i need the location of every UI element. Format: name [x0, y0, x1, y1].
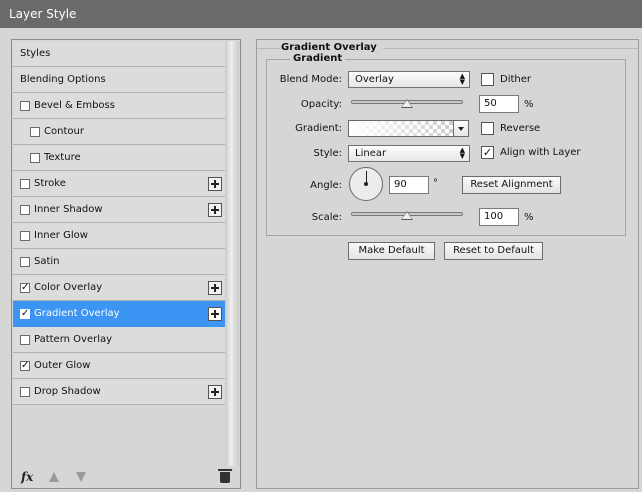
style-checkbox[interactable] [30, 127, 40, 137]
reset-alignment-button[interactable]: Reset Alignment [462, 176, 561, 194]
style-checkbox[interactable]: ✓ [20, 361, 30, 371]
style-item-stroke[interactable]: Stroke [13, 171, 225, 197]
style-label: Style: [313, 148, 343, 159]
style-item-label: Styles [20, 48, 51, 59]
style-item-bevel-emboss[interactable]: Bevel & Emboss [13, 93, 225, 119]
style-item-pattern-overlay[interactable]: Pattern Overlay [13, 327, 225, 353]
angle-dial[interactable] [349, 167, 383, 201]
add-effect-plus-icon[interactable] [208, 203, 222, 217]
style-item-gradient-overlay[interactable]: ✓ Gradient Overlay [13, 301, 225, 327]
style-item-label: Bevel & Emboss [34, 100, 115, 111]
gradient-label: Gradient: [295, 123, 342, 134]
styles-scrollbar[interactable] [225, 41, 239, 466]
dither-label: Dither [500, 74, 532, 85]
style-checkbox[interactable] [20, 335, 30, 345]
style-item-label: Drop Shadow [34, 386, 101, 397]
style-item-label: Texture [44, 152, 81, 163]
style-item-label: Outer Glow [34, 360, 91, 371]
style-item-label: Color Overlay [34, 282, 103, 293]
trash-icon[interactable] [218, 469, 232, 483]
style-item-label: Stroke [34, 178, 66, 189]
align-with-layer-checkbox[interactable]: ✓ [481, 146, 494, 159]
style-item-inner-shadow[interactable]: Inner Shadow [13, 197, 225, 223]
gradient-dropdown-icon[interactable] [454, 120, 469, 137]
style-item-label: Blending Options [20, 74, 106, 85]
style-item-label: Satin [34, 256, 60, 267]
scale-label: Scale: [311, 212, 342, 223]
style-checkbox[interactable] [30, 153, 40, 163]
scale-unit: % [524, 212, 534, 223]
window-title: Layer Style [0, 0, 642, 28]
add-effect-plus-icon[interactable] [208, 307, 222, 321]
reset-to-default-button[interactable]: Reset to Default [444, 242, 543, 260]
style-item-satin[interactable]: Satin [13, 249, 225, 275]
styles-panel: Styles Blending Options Bevel & Emboss Cont… [11, 39, 241, 489]
style-checkbox[interactable] [20, 257, 30, 267]
style-checkbox[interactable] [20, 179, 30, 189]
angle-dial-center [364, 182, 368, 186]
blend-mode-select[interactable]: Overlay ▲ ▼ [348, 71, 470, 88]
style-item-label: Gradient Overlay [34, 308, 120, 319]
style-item-outer-glow[interactable]: ✓ Outer Glow [13, 353, 225, 379]
style-item-label: Pattern Overlay [34, 334, 113, 345]
style-item-inner-glow[interactable]: Inner Glow [13, 223, 225, 249]
reverse-checkbox[interactable] [481, 122, 494, 135]
style-select[interactable]: Linear ▲ ▼ [348, 145, 470, 162]
add-effect-plus-icon[interactable] [208, 385, 222, 399]
style-checkbox[interactable]: ✓ [20, 309, 30, 319]
select-carets-icon: ▲ ▼ [459, 146, 465, 160]
add-effect-plus-icon[interactable] [208, 177, 222, 191]
opacity-label: Opacity: [300, 99, 342, 110]
style-item-label: Contour [44, 126, 84, 137]
style-checkbox[interactable] [20, 231, 30, 241]
styles-footer: fx [13, 468, 239, 488]
opacity-input[interactable]: 50 [479, 95, 519, 113]
add-effect-plus-icon[interactable] [208, 281, 222, 295]
styles-list: Styles Blending Options Bevel & Emboss Cont… [13, 41, 225, 405]
style-item-label: Inner Glow [34, 230, 88, 241]
style-checkbox[interactable]: ✓ [20, 283, 30, 293]
style-checkbox[interactable] [20, 205, 30, 215]
style-item-color-overlay[interactable]: ✓ Color Overlay [13, 275, 225, 301]
style-checkbox[interactable] [20, 101, 30, 111]
gradient-preview[interactable] [348, 120, 454, 137]
style-item-drop-shadow[interactable]: Drop Shadow [13, 379, 225, 405]
group-title: Gradient [290, 53, 346, 64]
section-title: Gradient Overlay [281, 42, 383, 53]
style-item-styles[interactable]: Styles [13, 41, 225, 67]
dither-checkbox[interactable] [481, 73, 494, 86]
angle-unit: ° [433, 178, 438, 189]
fx-icon[interactable]: fx [21, 470, 33, 484]
align-with-layer-label: Align with Layer [500, 147, 581, 158]
angle-label: Angle: [310, 180, 342, 191]
scale-input[interactable]: 100 [479, 208, 519, 226]
angle-input[interactable]: 90 [389, 176, 429, 194]
opacity-unit: % [524, 99, 534, 110]
blend-mode-value: Overlay [355, 74, 394, 85]
style-value: Linear [355, 148, 387, 159]
make-default-button[interactable]: Make Default [348, 242, 435, 260]
blend-mode-label: Blend Mode: [279, 74, 342, 85]
scale-slider-thumb[interactable] [401, 211, 413, 220]
move-up-icon[interactable] [49, 472, 59, 482]
style-item-label: Inner Shadow [34, 204, 103, 215]
reverse-label: Reverse [500, 123, 541, 134]
opacity-slider-thumb[interactable] [401, 99, 413, 108]
style-item-texture[interactable]: Texture [13, 145, 225, 171]
select-carets-icon: ▲ ▼ [459, 72, 465, 86]
move-down-icon[interactable] [76, 472, 86, 482]
style-item-contour[interactable]: Contour [13, 119, 225, 145]
style-item-blending-options[interactable]: Blending Options [13, 67, 225, 93]
style-checkbox[interactable] [20, 387, 30, 397]
